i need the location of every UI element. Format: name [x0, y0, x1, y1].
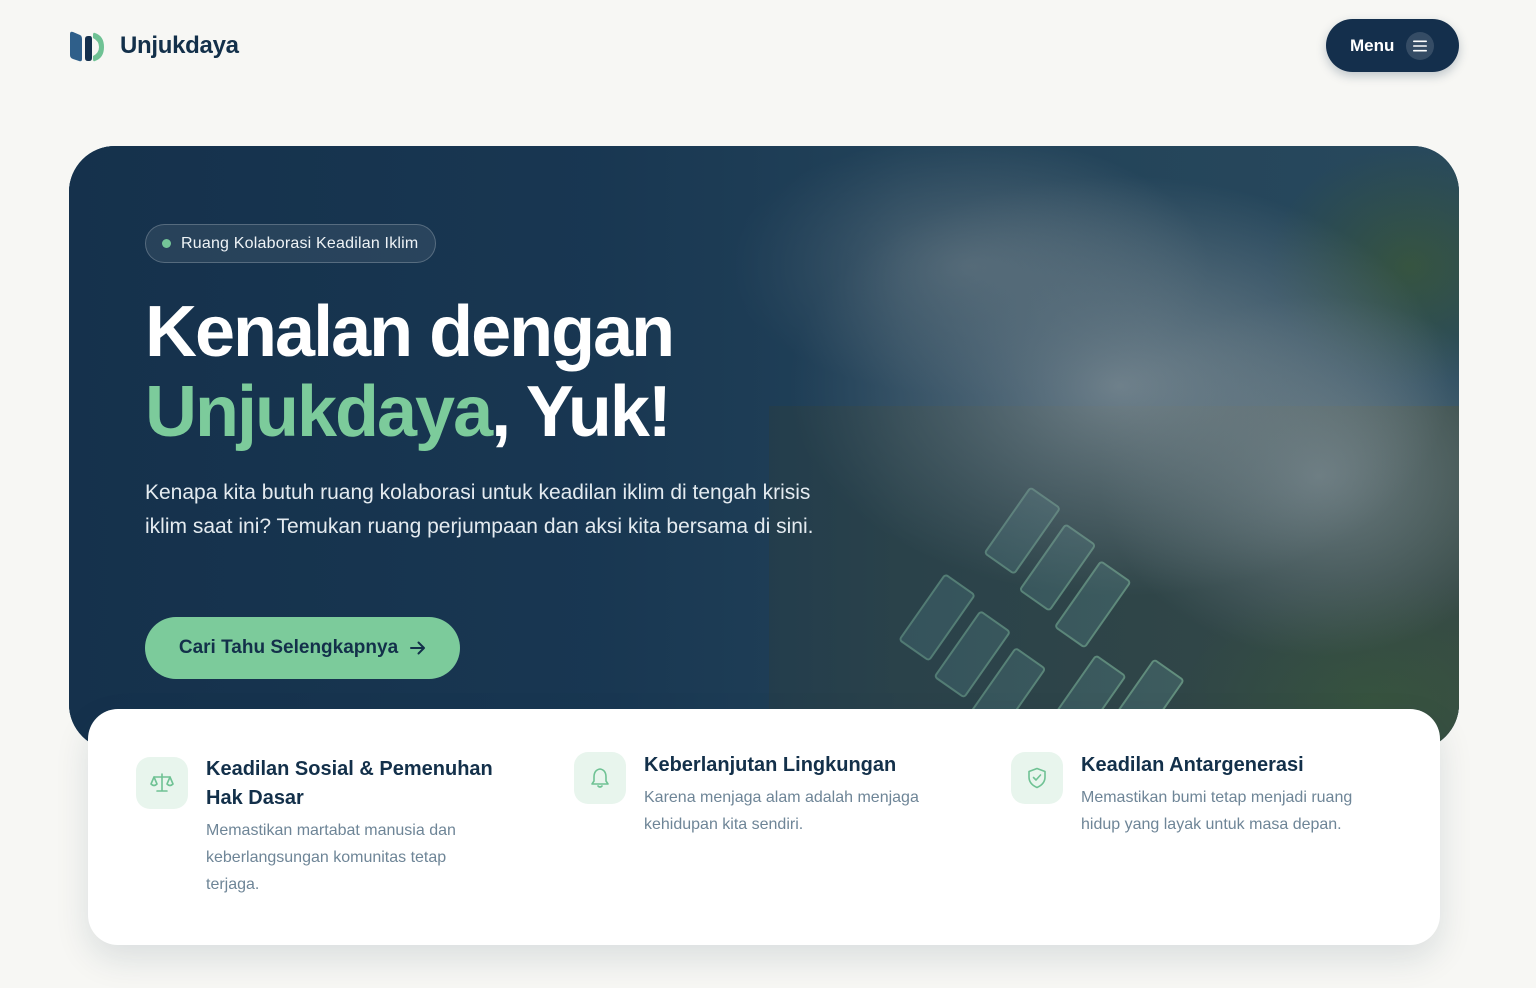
- shield-check-icon: [1011, 752, 1063, 804]
- brand[interactable]: Unjukdaya: [68, 28, 239, 64]
- hero-badge-text: Ruang Kolaborasi Keadilan Iklim: [181, 234, 419, 252]
- hero-title-accent: Unjukdaya: [145, 372, 493, 452]
- brand-name: Unjukdaya: [120, 32, 239, 59]
- pillars-card: Keadilan Sosial & Pemenuhan Hak Dasar Me…: [88, 709, 1440, 945]
- pillar-title: Keadilan Sosial & Pemenuhan Hak Dasar: [206, 758, 493, 809]
- pillar-description: Memastikan martabat manusia dan keberlan…: [206, 822, 456, 893]
- menu-label: Menu: [1350, 35, 1395, 55]
- pillar-description: Karena menjaga alam adalah menjaga kehid…: [644, 789, 919, 833]
- pillar-title: Keadilan Antargenerasi: [1081, 754, 1304, 776]
- pillar-description: Memastikan bumi tetap menjadi ruang hidu…: [1081, 789, 1353, 833]
- site-header: Unjukdaya Menu: [0, 0, 1536, 92]
- scale-icon: [136, 757, 188, 809]
- learn-more-button[interactable]: Cari Tahu Selengkapnya: [145, 617, 460, 679]
- status-dot-icon: [162, 239, 171, 248]
- unjukdaya-logo-icon: [70, 31, 104, 62]
- hero-title: Kenalan dengan Unjukdaya, Yuk!: [145, 292, 905, 452]
- menu-button[interactable]: Menu: [1326, 19, 1459, 72]
- hamburger-icon: [1406, 31, 1435, 60]
- pillar-title: Keberlanjutan Lingkungan: [644, 754, 897, 776]
- learn-more-label: Cari Tahu Selengkapnya: [178, 637, 399, 658]
- hero-section: Ruang Kolaborasi Keadilan Iklim Kenalan …: [69, 146, 1459, 750]
- hero-badge: Ruang Kolaborasi Keadilan Iklim: [145, 224, 437, 263]
- arrow-right-icon: [410, 641, 426, 655]
- hero-title-line1: Kenalan dengan: [145, 292, 675, 372]
- bell-icon: [574, 752, 626, 804]
- hero-description: Kenapa kita butuh ruang kolaborasi untuk…: [145, 481, 814, 538]
- hero-title-rest: , Yuk!: [491, 372, 672, 452]
